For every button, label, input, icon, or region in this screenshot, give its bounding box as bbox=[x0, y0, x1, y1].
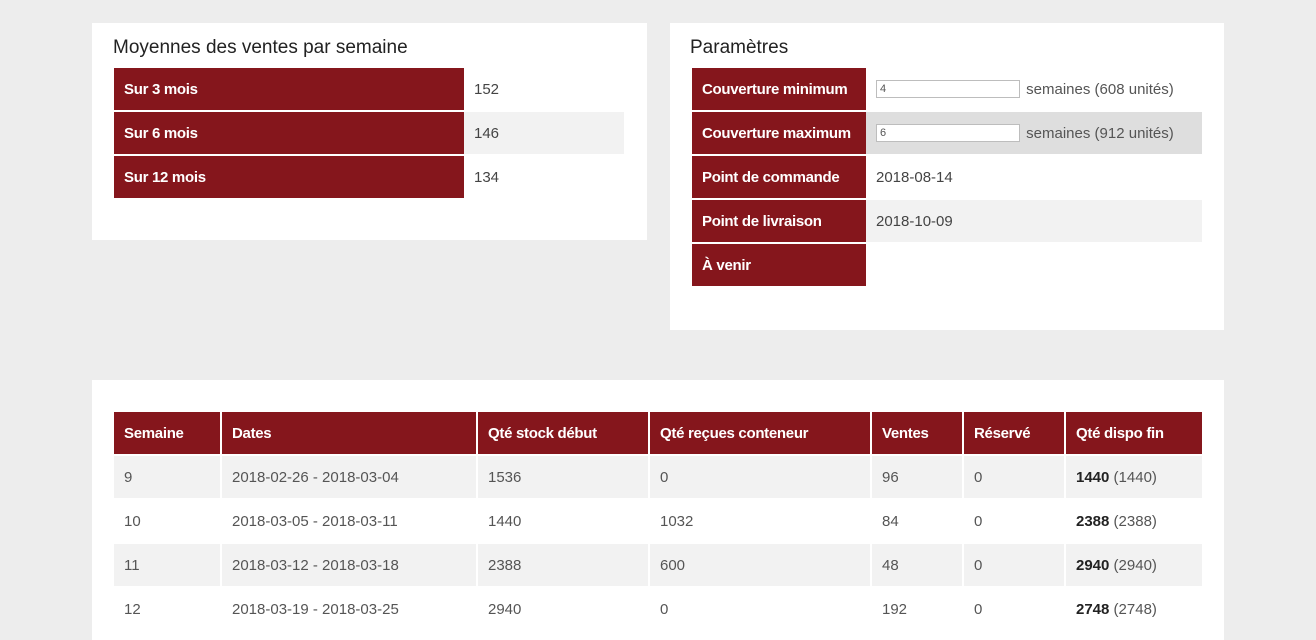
table-header-row: Semaine Dates Qté stock début Qté reçues… bbox=[114, 412, 1202, 456]
table-row: Sur 6 mois 146 bbox=[114, 112, 624, 156]
sales-averages-table: Sur 3 mois 152 Sur 6 mois 146 Sur 12 moi… bbox=[114, 68, 624, 200]
available-end-cell: 2388 (2388) bbox=[1066, 500, 1202, 544]
column-header-sales: Ventes bbox=[872, 412, 964, 456]
delivery-point-label: Point de livraison bbox=[692, 200, 866, 244]
order-point-value: 2018-08-14 bbox=[866, 156, 1202, 200]
table-row: Sur 3 mois 152 bbox=[114, 68, 624, 112]
table-row: Point de commande 2018-08-14 bbox=[692, 156, 1202, 200]
table-row: À venir bbox=[692, 244, 1202, 288]
sales-cell: 96 bbox=[872, 456, 964, 500]
reserved-cell: 0 bbox=[964, 544, 1066, 588]
available-end-value: 2940 bbox=[1076, 556, 1110, 574]
available-end-paren: (1440) bbox=[1113, 468, 1157, 486]
sales-cell: 48 bbox=[872, 544, 964, 588]
reserved-cell: 0 bbox=[964, 588, 1066, 632]
dates-cell: 2018-03-19 - 2018-03-25 bbox=[222, 588, 478, 632]
column-header-received: Qté reçues conteneur bbox=[650, 412, 872, 456]
column-header-reserved: Réservé bbox=[964, 412, 1066, 456]
table-row: Sur 12 mois 134 bbox=[114, 156, 624, 200]
parameters-panel: Paramètres Couverture minimum semaines (… bbox=[670, 23, 1224, 330]
week-cell: 10 bbox=[114, 500, 222, 544]
upcoming-value bbox=[866, 244, 1202, 288]
table-row: Couverture minimum semaines (608 unités) bbox=[692, 68, 1202, 112]
received-cell: 0 bbox=[650, 456, 872, 500]
coverage-max-label: Couverture maximum bbox=[692, 112, 866, 156]
available-end-value: 2748 bbox=[1076, 600, 1110, 618]
average-value: 152 bbox=[464, 68, 624, 112]
week-cell: 12 bbox=[114, 588, 222, 632]
week-cell: 9 bbox=[114, 456, 222, 500]
dates-cell: 2018-03-12 - 2018-03-18 bbox=[222, 544, 478, 588]
received-cell: 1032 bbox=[650, 500, 872, 544]
available-end-value: 2388 bbox=[1076, 512, 1110, 530]
dates-cell: 2018-03-05 - 2018-03-11 bbox=[222, 500, 478, 544]
table-row: 9 2018-02-26 - 2018-03-04 1536 0 96 0 14… bbox=[114, 456, 1202, 500]
coverage-min-label: Couverture minimum bbox=[692, 68, 866, 112]
delivery-point-value: 2018-10-09 bbox=[866, 200, 1202, 244]
stock-start-cell: 1536 bbox=[478, 456, 650, 500]
parameters-table: Couverture minimum semaines (608 unités)… bbox=[692, 68, 1202, 288]
coverage-max-input[interactable] bbox=[876, 124, 1020, 143]
sales-averages-panel: Moyennes des ventes par semaine Sur 3 mo… bbox=[92, 23, 647, 240]
available-end-paren: (2388) bbox=[1113, 512, 1157, 530]
average-label: Sur 12 mois bbox=[114, 156, 464, 200]
average-value: 134 bbox=[464, 156, 624, 200]
available-end-value: 1440 bbox=[1076, 468, 1110, 486]
upcoming-label: À venir bbox=[692, 244, 866, 288]
weekly-stock-table: Semaine Dates Qté stock début Qté reçues… bbox=[114, 412, 1202, 632]
coverage-max-cell: semaines (912 unités) bbox=[866, 112, 1202, 156]
stock-start-cell: 2940 bbox=[478, 588, 650, 632]
order-point-label: Point de commande bbox=[692, 156, 866, 200]
available-end-cell: 1440 (1440) bbox=[1066, 456, 1202, 500]
average-label: Sur 6 mois bbox=[114, 112, 464, 156]
available-end-paren: (2748) bbox=[1113, 600, 1157, 618]
reserved-cell: 0 bbox=[964, 456, 1066, 500]
coverage-min-input[interactable] bbox=[876, 80, 1020, 99]
column-header-available-end: Qté dispo fin bbox=[1066, 412, 1202, 456]
stock-start-cell: 2388 bbox=[478, 544, 650, 588]
coverage-max-suffix: semaines (912 unités) bbox=[1026, 124, 1174, 142]
available-end-cell: 2940 (2940) bbox=[1066, 544, 1202, 588]
table-row: 11 2018-03-12 - 2018-03-18 2388 600 48 0… bbox=[114, 544, 1202, 588]
average-label: Sur 3 mois bbox=[114, 68, 464, 112]
available-end-paren: (2940) bbox=[1113, 556, 1157, 574]
table-row: Point de livraison 2018-10-09 bbox=[692, 200, 1202, 244]
weekly-stock-panel: Semaine Dates Qté stock début Qté reçues… bbox=[92, 380, 1224, 640]
received-cell: 600 bbox=[650, 544, 872, 588]
coverage-min-suffix: semaines (608 unités) bbox=[1026, 80, 1174, 98]
column-header-stock-start: Qté stock début bbox=[478, 412, 650, 456]
average-value: 146 bbox=[464, 112, 624, 156]
parameters-title: Paramètres bbox=[690, 37, 789, 58]
week-cell: 11 bbox=[114, 544, 222, 588]
coverage-min-cell: semaines (608 unités) bbox=[866, 68, 1202, 112]
dates-cell: 2018-02-26 - 2018-03-04 bbox=[222, 456, 478, 500]
sales-cell: 192 bbox=[872, 588, 964, 632]
available-end-cell: 2748 (2748) bbox=[1066, 588, 1202, 632]
column-header-week: Semaine bbox=[114, 412, 222, 456]
stock-start-cell: 1440 bbox=[478, 500, 650, 544]
sales-averages-title: Moyennes des ventes par semaine bbox=[113, 37, 408, 58]
table-row: 12 2018-03-19 - 2018-03-25 2940 0 192 0 … bbox=[114, 588, 1202, 632]
received-cell: 0 bbox=[650, 588, 872, 632]
column-header-dates: Dates bbox=[222, 412, 478, 456]
table-row: 10 2018-03-05 - 2018-03-11 1440 1032 84 … bbox=[114, 500, 1202, 544]
reserved-cell: 0 bbox=[964, 500, 1066, 544]
sales-cell: 84 bbox=[872, 500, 964, 544]
table-row: Couverture maximum semaines (912 unités) bbox=[692, 112, 1202, 156]
